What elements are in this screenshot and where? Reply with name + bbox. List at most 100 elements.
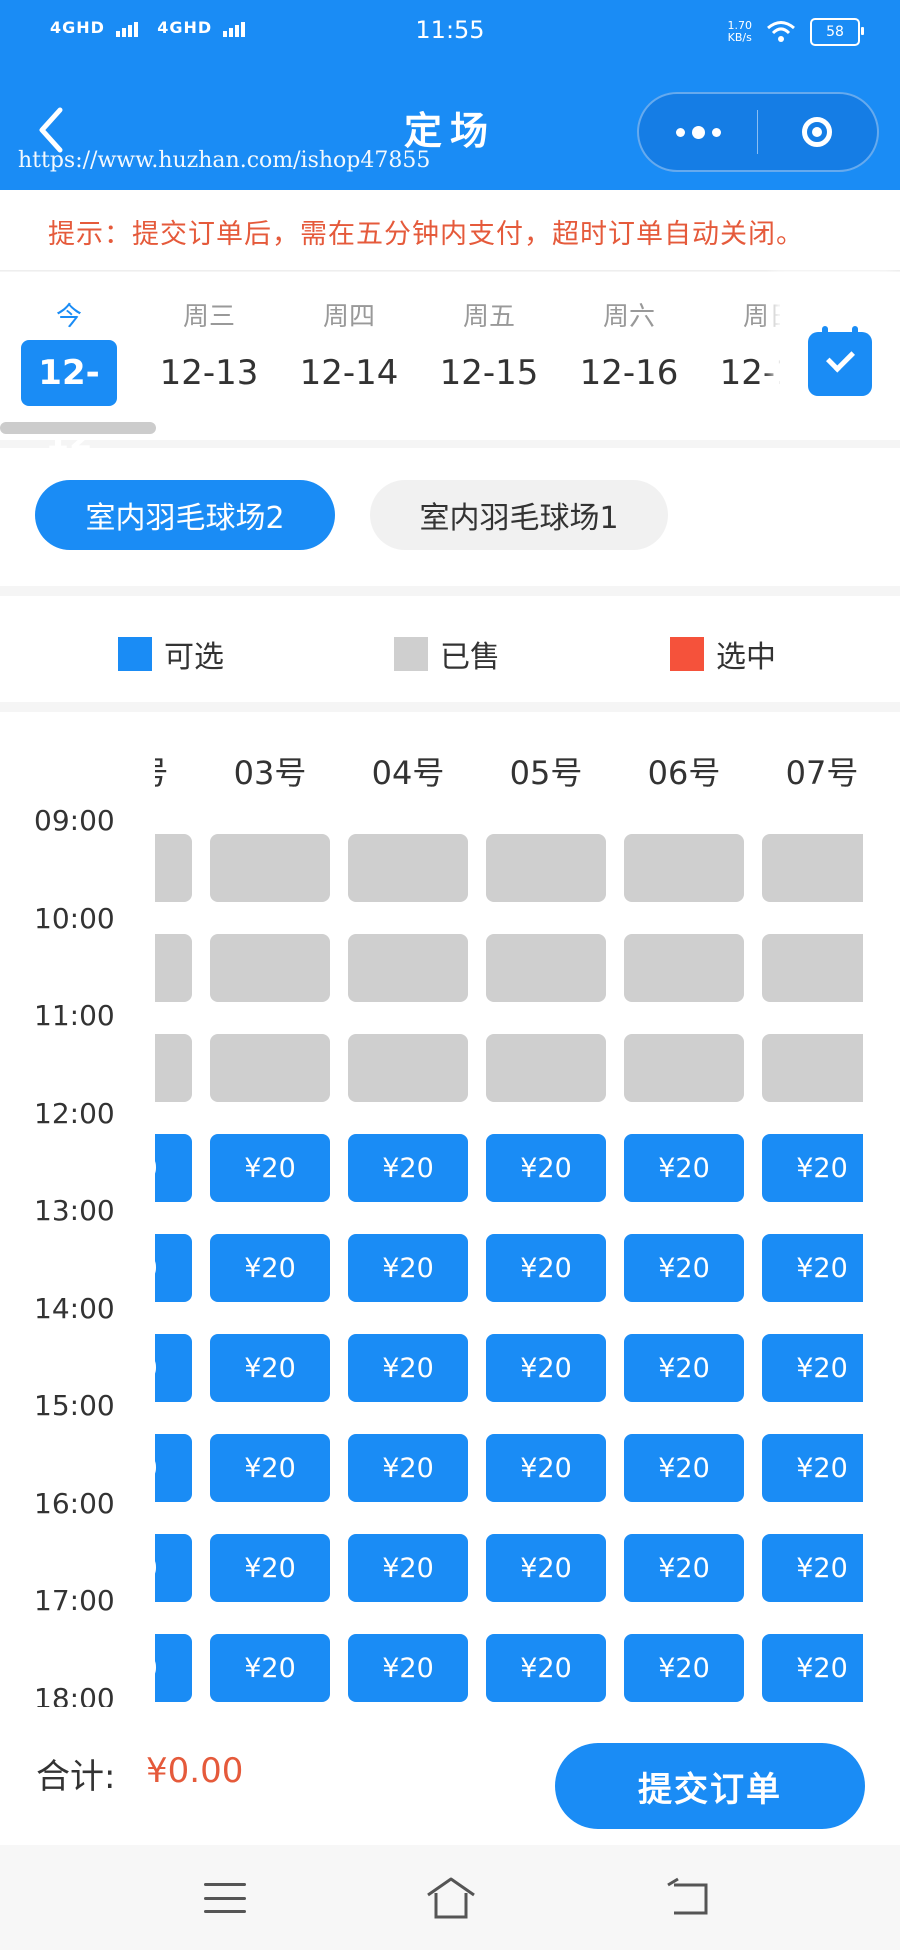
slot-available[interactable]: ¥20 — [155, 1634, 192, 1702]
slot-available[interactable]: ¥20 — [486, 1434, 606, 1502]
court-header: 04号 — [371, 754, 445, 792]
slot-available[interactable]: ¥20 — [210, 1234, 330, 1302]
slot-sold — [762, 934, 863, 1002]
date-day: 12-14 — [299, 353, 399, 393]
court-header: 03号 — [233, 754, 307, 792]
calendar-check-icon[interactable] — [808, 326, 872, 396]
slot-available[interactable]: ¥20 — [348, 1334, 468, 1402]
legend-selected: 选中 — [670, 632, 776, 676]
slot-available[interactable]: ¥20 — [624, 1234, 744, 1302]
slot-sold — [348, 834, 468, 902]
slot-available[interactable]: ¥20 — [155, 1234, 192, 1302]
slot-available[interactable]: ¥20 — [762, 1534, 863, 1602]
slot-available[interactable]: ¥20 — [762, 1334, 863, 1402]
legend-sold: 已售 — [394, 632, 500, 676]
legend-available: 可选 — [118, 632, 224, 676]
court-tabs: 室内羽毛球场2 室内羽毛球场1 — [0, 448, 900, 586]
slot-available[interactable]: ¥20 — [624, 1434, 744, 1502]
slot-available[interactable]: ¥20 — [348, 1634, 468, 1702]
wifi-icon — [767, 21, 795, 42]
submit-order-button[interactable]: 提交订单 — [555, 1743, 865, 1829]
time-label: 14:00 — [34, 1291, 115, 1325]
slot-available[interactable]: ¥20 — [486, 1334, 606, 1402]
total-value: ¥0.00 — [146, 1751, 244, 1791]
slot-sold — [486, 834, 606, 902]
slot-available[interactable]: ¥20 — [348, 1134, 468, 1202]
slot-sold — [210, 834, 330, 902]
date-day: 12-15 — [439, 353, 539, 393]
time-label: 12:00 — [34, 1096, 115, 1130]
date-day: 12-13 — [159, 353, 259, 393]
slot-available[interactable]: ¥20 — [210, 1534, 330, 1602]
slot-available[interactable]: ¥20 — [348, 1434, 468, 1502]
slot-available[interactable]: ¥20 — [210, 1134, 330, 1202]
date-weekday: 周四 — [322, 302, 375, 332]
slot-available[interactable]: ¥20 — [210, 1634, 330, 1702]
date-item[interactable]: 周三 12-13 — [154, 272, 264, 406]
time-label: 09:00 — [34, 804, 115, 837]
legend-swatch-available — [118, 637, 152, 671]
time-label: 15:00 — [34, 1389, 115, 1422]
court-scroll-area[interactable]: 02号 ¥20 ¥20 ¥20 ¥20 ¥20 ¥20 03号 ¥20 ¥20 ¥20 ¥20 ¥20 ¥… — [155, 712, 863, 1707]
slot-available[interactable]: ¥20 — [155, 1334, 192, 1402]
slot-sold — [348, 934, 468, 1002]
back-icon[interactable] — [664, 1875, 714, 1919]
time-label: 13:00 — [34, 1194, 115, 1227]
total-label: 合计: — [36, 1757, 116, 1797]
home-icon[interactable] — [424, 1873, 478, 1923]
order-footer: 合计: ¥0.00 提交订单 — [0, 1707, 900, 1845]
slot-sold — [762, 834, 863, 902]
slot-available[interactable]: ¥20 — [624, 1634, 744, 1702]
slot-available[interactable]: ¥20 — [486, 1634, 606, 1702]
time-label: 10:00 — [34, 901, 115, 935]
slot-available[interactable]: ¥20 — [210, 1334, 330, 1402]
slot-available[interactable]: ¥20 — [762, 1134, 863, 1202]
watermark-text: https://www.huzhan.com/ishop47855 — [18, 148, 431, 173]
slot-sold — [155, 934, 192, 1002]
date-weekday: 周五 — [462, 302, 515, 332]
legend-label: 已售 — [440, 640, 500, 675]
mini-program-capsule — [637, 92, 879, 172]
legend-swatch-sold — [394, 637, 428, 671]
time-label: 16:00 — [34, 1486, 115, 1520]
court-header: 02号 — [155, 748, 192, 794]
slot-available[interactable]: ¥20 — [762, 1434, 863, 1502]
slot-available[interactable]: ¥20 — [210, 1434, 330, 1502]
slot-sold — [486, 1034, 606, 1102]
legend-label: 选中 — [716, 640, 776, 675]
time-column: 09:00 10:00 11:00 12:00 13:00 14:00 15:00 16:00… — [0, 712, 150, 1715]
close-target-icon[interactable] — [758, 94, 876, 170]
scrollbar-thumb[interactable] — [0, 422, 156, 434]
slot-available[interactable]: ¥20 — [486, 1234, 606, 1302]
slot-sold — [624, 1034, 744, 1102]
slot-available[interactable]: ¥20 — [624, 1334, 744, 1402]
slot-available[interactable]: ¥20 — [762, 1634, 863, 1702]
battery-icon: 58 — [810, 18, 864, 46]
slot-available[interactable]: ¥20 — [348, 1234, 468, 1302]
slot-available[interactable]: ¥20 — [155, 1434, 192, 1502]
notice-bar: 提示：提交订单后，需在五分钟内支付，超时订单自动关闭。 — [0, 190, 900, 271]
top-bar: 4GHD 4GHD 11:55 1.70 KB/s 58 定场 https://… — [0, 0, 900, 190]
slot-available[interactable]: ¥20 — [486, 1534, 606, 1602]
slot-available[interactable]: ¥20 — [348, 1534, 468, 1602]
date-weekday: 周三 — [182, 302, 235, 332]
date-day: 12-12 — [21, 340, 117, 459]
more-dots-icon[interactable] — [639, 94, 757, 170]
date-weekday: 今 — [55, 302, 82, 332]
court-tab-selected[interactable]: 室内羽毛球场2 — [35, 480, 335, 550]
slot-available[interactable]: ¥20 — [624, 1534, 744, 1602]
slot-available[interactable]: ¥20 — [762, 1234, 863, 1302]
date-item[interactable]: 今 12-12 — [14, 272, 124, 459]
slot-available[interactable]: ¥20 — [486, 1134, 606, 1202]
legend-label: 可选 — [164, 640, 224, 675]
menu-icon[interactable] — [204, 1883, 246, 1913]
slot-available[interactable]: ¥20 — [155, 1534, 192, 1602]
time-label: 17:00 — [34, 1584, 115, 1617]
date-item[interactable]: 周五 12-15 — [434, 272, 544, 406]
date-weekday: 周六 — [602, 302, 655, 332]
court-tab[interactable]: 室内羽毛球场1 — [370, 480, 668, 550]
slot-available[interactable]: ¥20 — [624, 1134, 744, 1202]
slot-available[interactable]: ¥20 — [155, 1134, 192, 1202]
date-item[interactable]: 周四 12-14 — [294, 272, 404, 406]
date-item[interactable]: 周六 12-16 — [574, 272, 684, 406]
